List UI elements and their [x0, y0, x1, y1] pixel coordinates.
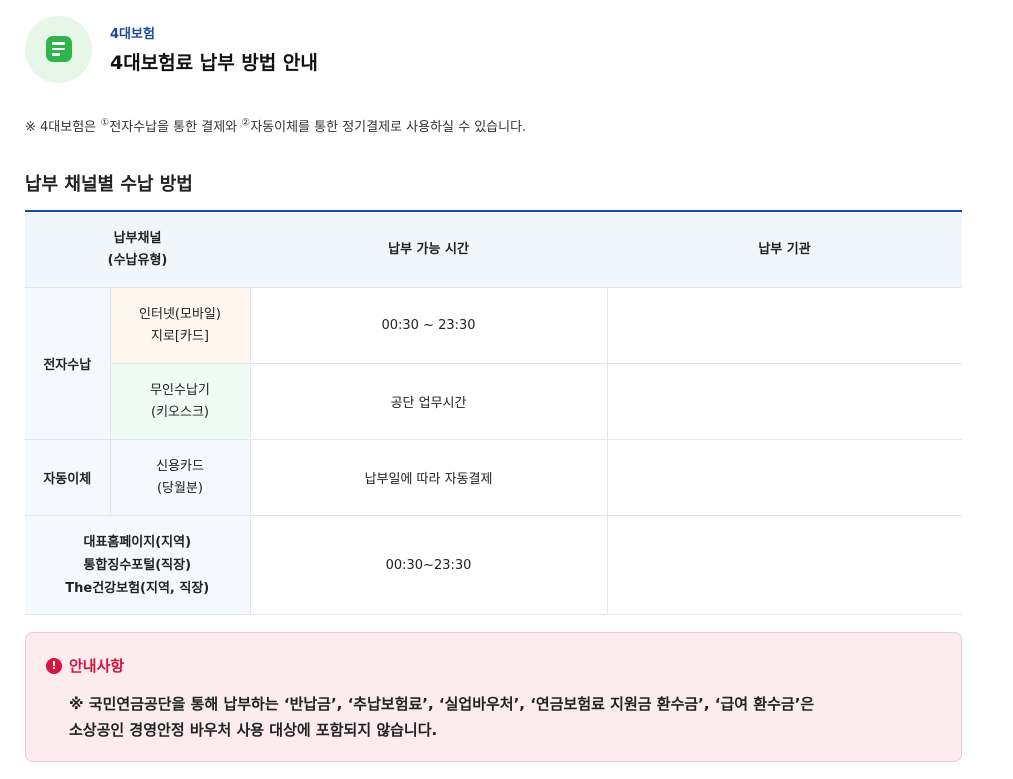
sub-channel-line2: (당월분) [156, 480, 204, 496]
time-cell: 납부일에 따라 자동결제 [249, 439, 608, 516]
sub-channel-line2: 지로[카드] [151, 328, 209, 344]
document-list-icon [45, 36, 72, 62]
payment-channel-table: 납부채널 (수납유형) 납부 가능 시간 납부 기관 전자수납 인터넷(모바일)… [25, 210, 963, 615]
intro-mark-2: ② [241, 117, 251, 129]
category-label: 4대보험 [110, 27, 155, 42]
table-row: 대표홈페이지(지역) 통합징수포털(직장) The건강보험(지역, 직장) 00… [25, 515, 963, 615]
sub-channel-line1: 인터넷(모바일) [139, 306, 221, 322]
page-header: 4대보험 4대보험료 납부 방법 안내 [25, 15, 318, 83]
table-header-row: 납부채널 (수납유형) 납부 가능 시간 납부 기관 [25, 211, 963, 288]
alert-icon: ! [46, 657, 62, 674]
time-cell: 00:30~23:30 [249, 515, 608, 615]
row-group-electronic: 전자수납 [25, 287, 110, 440]
table-row: 자동이체 신용카드 (당월분) 납부일에 따라 자동결제 [25, 439, 963, 516]
table-row: 전자수납 인터넷(모바일) 지로[카드] 00:30 ~ 23:30 [25, 287, 963, 440]
notice-box: ! 안내사항 ※ 국민연금공단을 통해 납부하는 ‘반납금’, ‘추납보험료’,… [25, 632, 962, 762]
org-cell [606, 363, 963, 440]
portal-line3: The건강보험(지역, 직장) [65, 580, 210, 596]
intro-prefix: ※ 4대보험은 [25, 120, 101, 135]
notice-body: ※ 국민연금공단을 통해 납부하는 ‘반납금’, ‘추납보험료’, ‘실업바우처… [69, 691, 949, 743]
table-row: 무인수납기 (키오스크) 공단 업무시간 [25, 363, 963, 440]
time-cell: 공단 업무시간 [249, 363, 608, 440]
portal-line2: 통합징수포털(직장) [83, 557, 192, 573]
portal-line1: 대표홈페이지(지역) [83, 534, 192, 550]
org-cell [606, 515, 963, 615]
notice-header: ! 안내사항 [46, 655, 124, 676]
intro-part-1: 전자수납을 통한 결제와 [109, 120, 242, 135]
row-group-web-portals: 대표홈페이지(지역) 통합징수포털(직장) The건강보험(지역, 직장) [25, 515, 251, 615]
row-group-autopay: 자동이체 [25, 439, 110, 516]
sub-channel-kiosk: 무인수납기 (키오스크) [109, 363, 251, 440]
col-header-channel-line1: 납부채널 [113, 230, 162, 246]
col-header-channel-line2: (수납유형) [107, 252, 168, 268]
sub-channel-internet: 인터넷(모바일) 지로[카드] [109, 287, 251, 364]
time-cell: 00:30 ~ 23:30 [249, 287, 608, 364]
notice-line2: 소상공인 경영안정 바우처 사용 대상에 포함되지 않습니다. [69, 721, 438, 739]
org-cell [606, 287, 963, 364]
sub-channel-line2: (키오스크) [151, 404, 209, 420]
intro-text: ※ 4대보험은 ①전자수납을 통한 결제와 ②자동이체를 통한 정기결제로 사용… [25, 116, 526, 135]
col-header-org: 납부 기관 [607, 211, 963, 288]
sub-channel-line1: 무인수납기 [150, 382, 210, 398]
notice-line1: ※ 국민연금공단을 통해 납부하는 ‘반납금’, ‘추납보험료’, ‘실업바우처… [69, 695, 815, 713]
sub-channel-credit-card: 신용카드 (당월분) [109, 439, 251, 516]
intro-part-2: 자동이체를 통한 정기결제로 사용하실 수 있습니다. [250, 120, 527, 135]
org-cell [606, 439, 963, 516]
sub-channel-line1: 신용카드 [156, 458, 204, 474]
logo-badge [25, 15, 92, 83]
col-header-channel: 납부채널 (수납유형) [25, 211, 251, 288]
page-title: 4대보험료 납부 방법 안내 [110, 52, 318, 74]
header-text: 4대보험 4대보험료 납부 방법 안내 [110, 23, 318, 75]
notice-title: 안내사항 [69, 657, 125, 675]
intro-mark-1: ① [100, 117, 110, 129]
col-header-time: 납부 가능 시간 [250, 211, 608, 288]
section-title: 납부 채널별 수납 방법 [25, 174, 193, 195]
